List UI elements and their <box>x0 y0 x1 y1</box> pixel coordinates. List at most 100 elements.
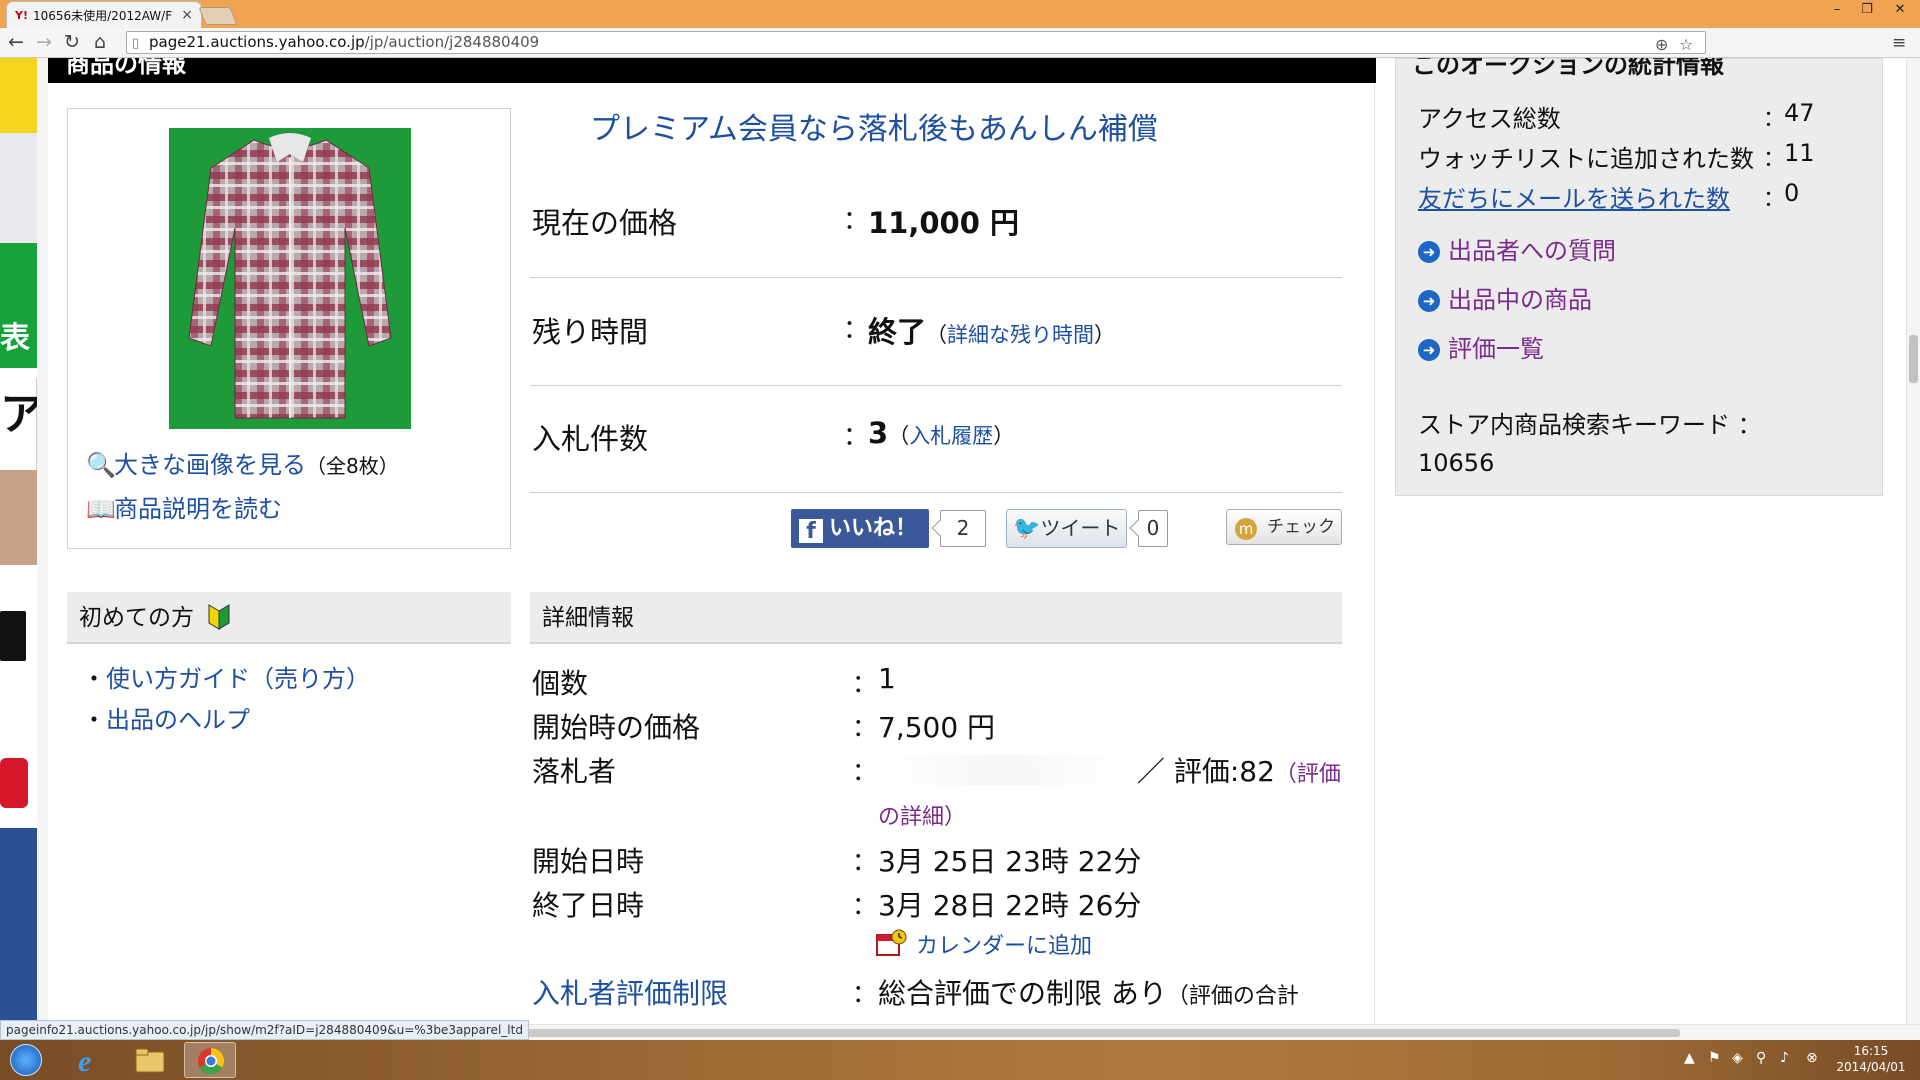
tray-expand-icon[interactable]: ▲ <box>1684 1050 1695 1066</box>
minimize-icon[interactable]: – <box>1822 0 1852 20</box>
system-clock[interactable]: 16:15 2014/04/01 <box>1830 1043 1912 1075</box>
auction-stats-panel: このオークションの統計情報 アクセス総数 ： 47 ウォッチリストに追加された数… <box>1395 58 1883 496</box>
ratings-list-link[interactable]: ➜ 評価一覧 <box>1418 329 1544 364</box>
like-label: いいね！ <box>829 516 918 541</box>
end-time-value: 3月 28日 22時 26分 <box>878 889 1142 922</box>
image-count: （全8枚） <box>306 454 399 478</box>
forward-icon[interactable]: → <box>36 31 52 53</box>
mixi-check-button[interactable]: m チェック <box>1226 509 1342 545</box>
end-time-colon: ： <box>852 891 878 920</box>
network-status-icon[interactable]: ◈ <box>1732 1050 1743 1066</box>
tab-title: 10656未使用/2012AW/F <box>32 8 173 23</box>
tweet-count-text: 0 <box>1146 516 1160 540</box>
store-keyword-value: 10656 <box>1418 449 1495 477</box>
back-icon[interactable]: ← <box>8 31 24 53</box>
detail-section-header: 詳細情報 <box>530 592 1342 644</box>
time-left-label: 残り時間 <box>532 315 649 349</box>
ad-tile[interactable]: ア <box>0 378 44 470</box>
wifi-icon[interactable]: ⚲ <box>1756 1050 1766 1066</box>
ad-tile[interactable]: 表 <box>0 243 37 368</box>
winner-colon: ： <box>852 757 878 786</box>
quantity-label: 個数 <box>532 667 589 700</box>
watchlist-count-label: ウォッチリストに追加された数 <box>1418 145 1754 173</box>
chrome-icon <box>198 1047 225 1075</box>
bid-history-link[interactable]: 入札履歴 <box>909 424 993 448</box>
svg-text:e: e <box>78 1045 91 1078</box>
seller-question-link[interactable]: ➜ 出品者への質問 <box>1418 231 1616 266</box>
twitter-bird-icon: 🐦 <box>1013 516 1041 541</box>
page-content: 表 ア 商品の情報 🔍大きな画像を見る（全8枚） 📖商品説明を読む 初めての方 … <box>0 58 1920 1024</box>
store-keyword-colon: ： <box>1737 411 1762 439</box>
tab-close-icon[interactable]: × <box>181 7 193 23</box>
start-price-label: 開始時の価格 <box>532 711 701 744</box>
home-icon[interactable]: ⌂ <box>94 31 106 53</box>
safely-remove-icon[interactable]: ⊗ <box>1806 1050 1818 1066</box>
quantity-colon: ： <box>852 669 878 698</box>
ad-tile[interactable] <box>0 58 37 133</box>
view-large-image-link[interactable]: 🔍大きな画像を見る（全8枚） <box>86 445 399 480</box>
bullet-icon: ・ <box>82 665 106 693</box>
premium-banner-link[interactable]: プレミアム会員なら落札後もあんしん補償 <box>590 104 1158 148</box>
winner-rating-link-a[interactable]: （評価 <box>1275 762 1341 787</box>
reload-icon[interactable]: ↻ <box>64 31 80 53</box>
bids-colon: ： <box>843 422 870 452</box>
restriction-text: 総合評価での制限 あり <box>878 977 1167 1010</box>
tweet-label: ツイート <box>1040 516 1121 540</box>
like-count: 2 <box>940 510 986 547</box>
beginner-section-header: 初めての方 <box>67 592 511 644</box>
beginner-item[interactable]: ・出品のヘルプ <box>82 700 250 735</box>
vertical-scrollbar[interactable] <box>1906 58 1920 1024</box>
product-image[interactable] <box>169 128 411 429</box>
store-keyword-label-wrap: ストア内商品検索キーワード ： <box>1418 405 1762 440</box>
bullet-icon: ・ <box>82 706 106 734</box>
zoom-icon[interactable]: ⊕ <box>1655 34 1668 55</box>
facebook-like-button[interactable]: f いいね！ <box>791 509 929 548</box>
new-tab-button[interactable] <box>198 7 238 25</box>
chrome-taskbar-button[interactable] <box>184 1042 236 1078</box>
winner-rating-label: 評価 <box>1173 755 1230 788</box>
address-bar[interactable]: ▯ page21.auctions.yahoo.co.jp/jp/auction… <box>126 31 1706 54</box>
price-colon: ： <box>843 206 870 236</box>
detail-time-link[interactable]: 詳細な残り時間 <box>947 323 1094 347</box>
browser-toolbar: ← → ↻ ⌂ ▯ page21.auctions.yahoo.co.jp/jp… <box>0 28 1920 58</box>
divider <box>530 492 1342 493</box>
section-title-text: 商品の情報 <box>66 58 186 78</box>
read-description-link[interactable]: 📖商品説明を読む <box>86 489 282 524</box>
access-count-label: アクセス総数 <box>1418 105 1561 133</box>
status-bar: pageinfo21.auctions.yahoo.co.jp/jp/show/… <box>0 1020 529 1040</box>
bids-label: 入札件数 <box>532 422 649 456</box>
thumbnail-box: 🔍大きな画像を見る（全8枚） 📖商品説明を読む <box>67 108 511 549</box>
ad-tile[interactable] <box>0 470 37 565</box>
volume-icon[interactable]: ♪ <box>1780 1050 1789 1066</box>
vertical-scroll-thumb[interactable] <box>1909 335 1918 383</box>
file-explorer-icon[interactable] <box>124 1042 176 1078</box>
restore-icon[interactable]: ❐ <box>1852 0 1882 20</box>
mail-count-link[interactable]: 友だちにメールを送られた数 <box>1418 179 1730 214</box>
ad-tile[interactable] <box>0 738 37 818</box>
action-center-icon[interactable]: ⚑ <box>1708 1050 1721 1066</box>
beginner-item[interactable]: ・使い方ガイド（売り方） <box>82 659 370 694</box>
end-time-label: 終了日時 <box>532 889 645 922</box>
menu-icon[interactable]: ≡ <box>1892 33 1906 53</box>
ad-tile[interactable] <box>0 828 37 1024</box>
ad-tile[interactable] <box>0 573 37 668</box>
ratings-list-text: 評価一覧 <box>1448 335 1544 363</box>
winner-rating-link-b[interactable]: の詳細 <box>878 805 944 830</box>
seller-items-link[interactable]: ➜ 出品中の商品 <box>1418 280 1592 315</box>
winner-value: ／ 評価:82（評価 <box>878 750 1341 790</box>
stats-heading: このオークションの統計情報 <box>1412 58 1724 79</box>
internet-explorer-icon[interactable]: e <box>64 1042 116 1078</box>
browser-tab[interactable]: Y! 10656未使用/2012AW/F × <box>6 1 202 28</box>
price-label: 現在の価格 <box>532 206 678 240</box>
tweet-button[interactable]: 🐦ツイート <box>1006 509 1127 548</box>
detail-time-close: ） <box>1094 323 1116 347</box>
start-button[interactable] <box>10 1044 42 1076</box>
add-to-calendar-link[interactable]: カレンダーに追加 <box>876 928 1092 960</box>
ad-tile[interactable] <box>0 133 37 243</box>
start-price-value: 7,500 円 <box>878 711 996 744</box>
bookmark-star-icon[interactable]: ☆ <box>1679 34 1693 55</box>
winner-rating-link-close: ） <box>944 805 967 830</box>
close-window-icon[interactable]: ✕ <box>1882 0 1918 20</box>
bidder-restriction-link[interactable]: 入札者評価制限 <box>532 972 728 1012</box>
store-keyword-label: ストア内商品検索キーワード <box>1418 411 1730 439</box>
